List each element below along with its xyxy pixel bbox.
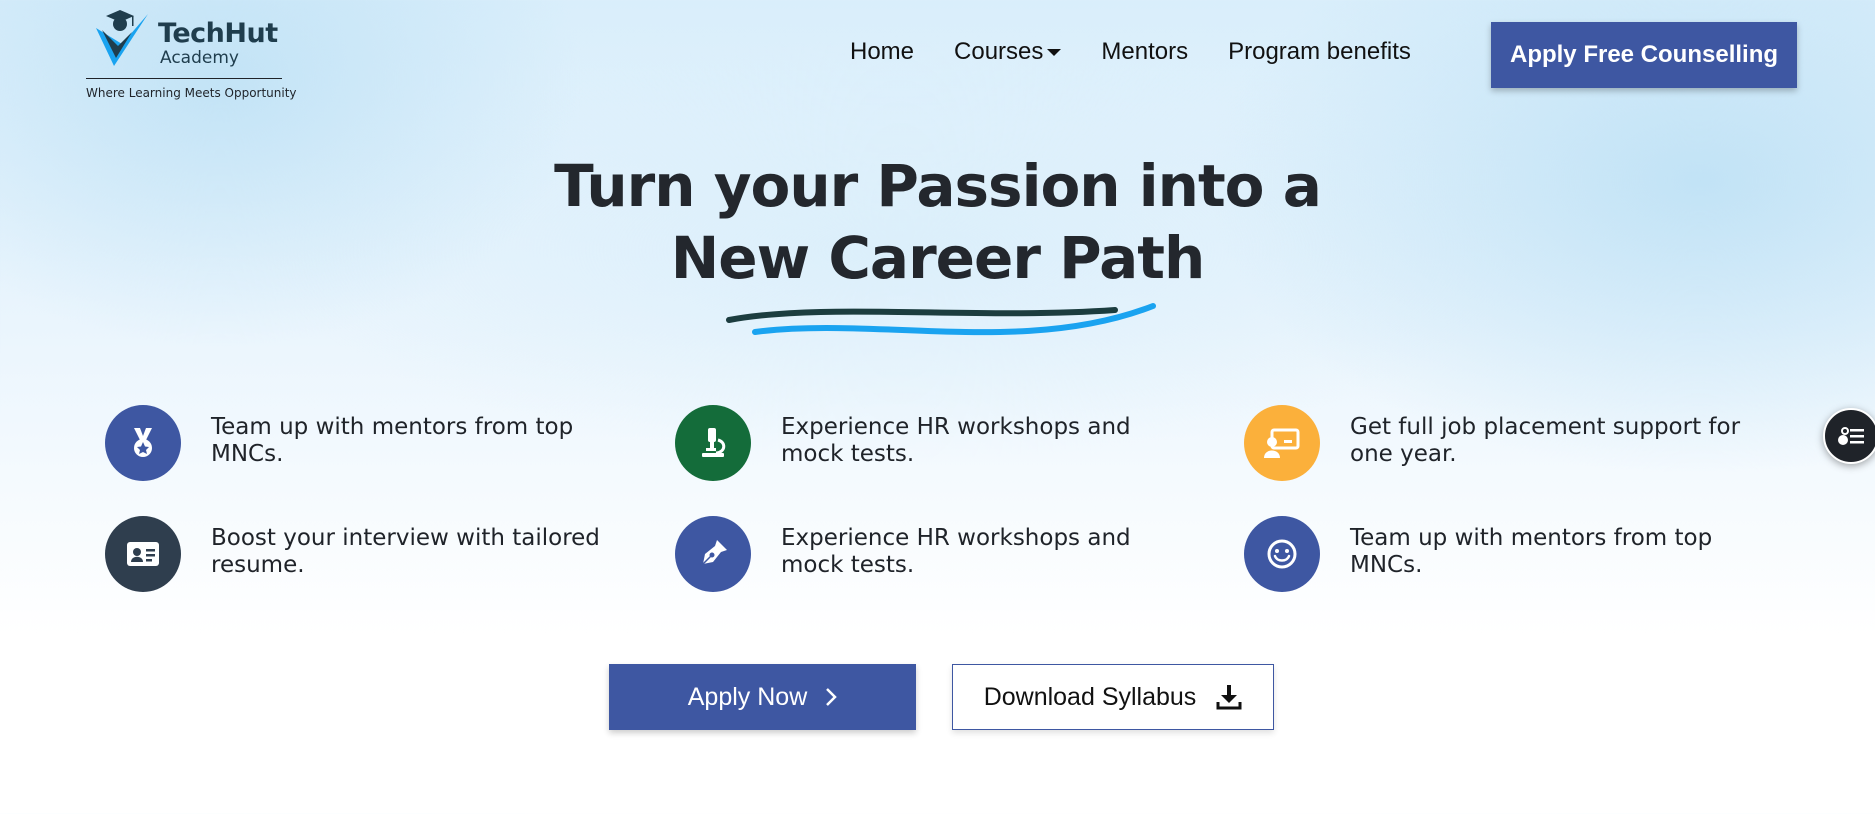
nav-mentors-label: Mentors — [1101, 38, 1189, 65]
brand-sub: Academy — [160, 48, 239, 68]
feature-item: Experience HR workshops and mock tests. — [675, 405, 1195, 485]
feature-text: Experience HR workshops and mock tests. — [781, 414, 1131, 467]
hero-title-line2: New Career Path — [670, 224, 1206, 292]
presentation-icon — [1244, 405, 1320, 481]
feature-item: Get full job placement support for one y… — [1244, 405, 1764, 485]
nav-program-benefits[interactable]: Program benefits — [1228, 38, 1411, 66]
feature-text: Boost your interview with tailored resum… — [211, 525, 600, 578]
hero-title: Turn your Passion into a New Career Path — [0, 150, 1875, 294]
download-syllabus-label: Download Syllabus — [983, 682, 1197, 711]
logo-divider — [86, 78, 282, 79]
underline-swoosh — [726, 303, 1156, 336]
nav-courses-label: Courses — [954, 38, 1044, 65]
nav-program-benefits-label: Program benefits — [1228, 38, 1411, 65]
medal-icon — [105, 405, 181, 481]
microscope-icon — [675, 405, 751, 481]
smile-icon — [1244, 516, 1320, 592]
hero-title-line1: Turn your Passion into a — [554, 152, 1322, 220]
nav-home-label: Home — [850, 38, 915, 65]
feature-text: Team up with mentors from top MNCs. — [211, 414, 574, 467]
brand-logo[interactable]: TechHut Academy Where Learning Meets Opp… — [86, 6, 298, 106]
apply-free-counselling-button[interactable]: Apply Free Counselling — [1491, 22, 1797, 88]
feature-item: Boost your interview with tailored resum… — [105, 516, 625, 596]
nav-courses[interactable]: Courses — [954, 38, 1062, 66]
feature-text: Experience HR workshops and mock tests. — [781, 525, 1131, 578]
feature-text: Get full job placement support for one y… — [1350, 414, 1741, 467]
id-card-icon — [105, 516, 181, 592]
main-nav: Home Courses Mentors Program benefits — [850, 38, 1451, 66]
download-syllabus-button[interactable]: Download Syllabus — [952, 664, 1274, 730]
brand-name: TechHut — [158, 18, 278, 49]
nav-mentors[interactable]: Mentors — [1101, 38, 1188, 66]
floating-menu-icon[interactable] — [1823, 408, 1875, 464]
feature-item: Team up with mentors from top MNCs. — [1244, 516, 1764, 596]
feature-item: Experience HR workshops and mock tests. — [675, 516, 1195, 596]
feature-text: Team up with mentors from top MNCs. — [1350, 525, 1713, 578]
feature-item: Team up with mentors from top MNCs. — [105, 405, 625, 485]
download-icon — [1216, 684, 1242, 710]
apply-now-button[interactable]: Apply Now — [609, 664, 916, 730]
nav-home[interactable]: Home — [850, 38, 914, 66]
brand-tagline: Where Learning Meets Opportunity — [86, 86, 297, 100]
pen-nib-icon — [675, 516, 751, 592]
graduate-logo-icon — [96, 10, 148, 66]
apply-now-label: Apply Now — [687, 682, 808, 711]
caret-down-icon — [1047, 48, 1062, 56]
chevron-right-icon — [825, 687, 838, 707]
